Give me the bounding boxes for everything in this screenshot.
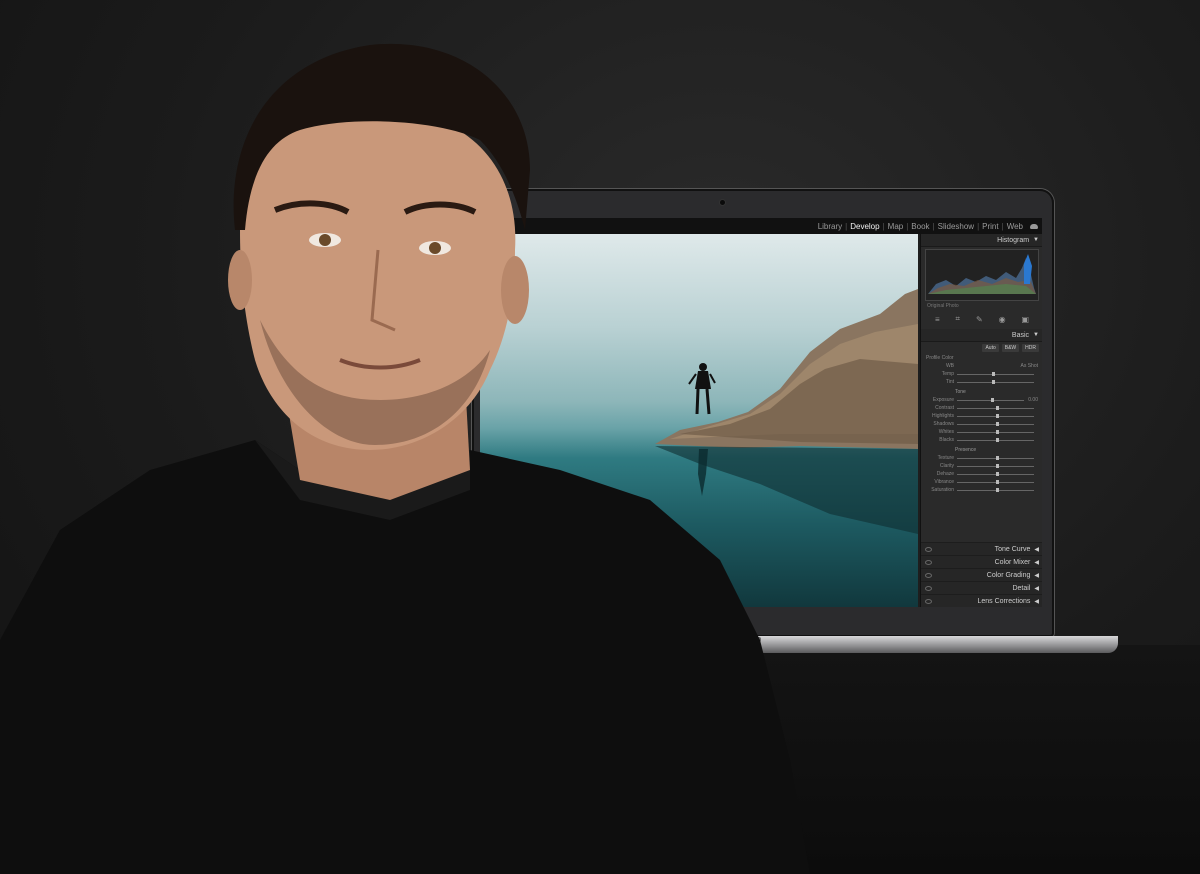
person-portrait xyxy=(0,43,810,874)
